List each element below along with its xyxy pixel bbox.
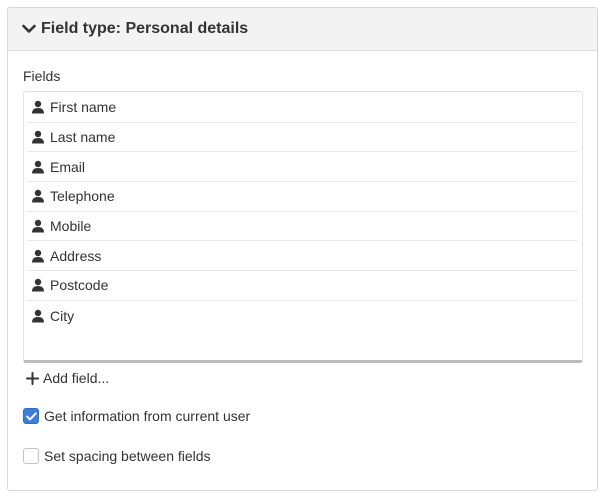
field-label: Last name <box>50 129 116 146</box>
user-icon <box>31 189 45 203</box>
field-label: Address <box>50 247 102 264</box>
field-label: City <box>50 307 75 324</box>
field-label: Postcode <box>50 277 109 294</box>
fields-label: Fields <box>23 68 61 84</box>
list-item[interactable]: City <box>28 301 578 331</box>
user-icon <box>31 130 45 144</box>
checkmark-icon <box>25 411 37 420</box>
current-user-option: Get information from current user <box>23 408 250 424</box>
field-label: Mobile <box>50 218 92 235</box>
chevron-down-icon[interactable] <box>22 23 38 35</box>
current-user-checkbox[interactable] <box>23 408 39 424</box>
list-item[interactable]: Postcode <box>28 271 578 301</box>
list-item[interactable]: Telephone <box>28 182 578 212</box>
list-item[interactable]: Last name <box>28 123 578 153</box>
user-icon <box>31 309 45 323</box>
list-item[interactable]: First name <box>28 93 578 123</box>
plus-icon <box>26 371 39 385</box>
user-icon <box>31 278 45 292</box>
fields-list[interactable]: First name Last name Email Telephone Mob… <box>23 91 583 363</box>
spacing-option: Set spacing between fields <box>23 448 211 464</box>
personal-details-panel: Field type: Personal details Fields Firs… <box>7 7 598 491</box>
field-label: First name <box>50 99 117 116</box>
panel-title: Field type: Personal details <box>41 20 249 37</box>
user-icon <box>31 160 45 174</box>
user-icon <box>31 249 45 263</box>
add-field-button[interactable]: Add field... <box>26 370 109 386</box>
list-item[interactable]: Address <box>28 241 578 272</box>
add-field-label: Add field... <box>43 370 110 386</box>
panel-header[interactable]: Field type: Personal details <box>8 8 597 51</box>
user-icon <box>31 219 45 233</box>
spacing-checkbox[interactable] <box>23 448 39 464</box>
field-label: Email <box>50 158 86 175</box>
list-item[interactable]: Mobile <box>28 212 578 242</box>
spacing-label[interactable]: Set spacing between fields <box>44 448 211 464</box>
field-label: Telephone <box>50 188 115 205</box>
list-item[interactable]: Email <box>28 152 578 183</box>
current-user-label[interactable]: Get information from current user <box>44 408 250 424</box>
user-icon <box>31 100 45 114</box>
